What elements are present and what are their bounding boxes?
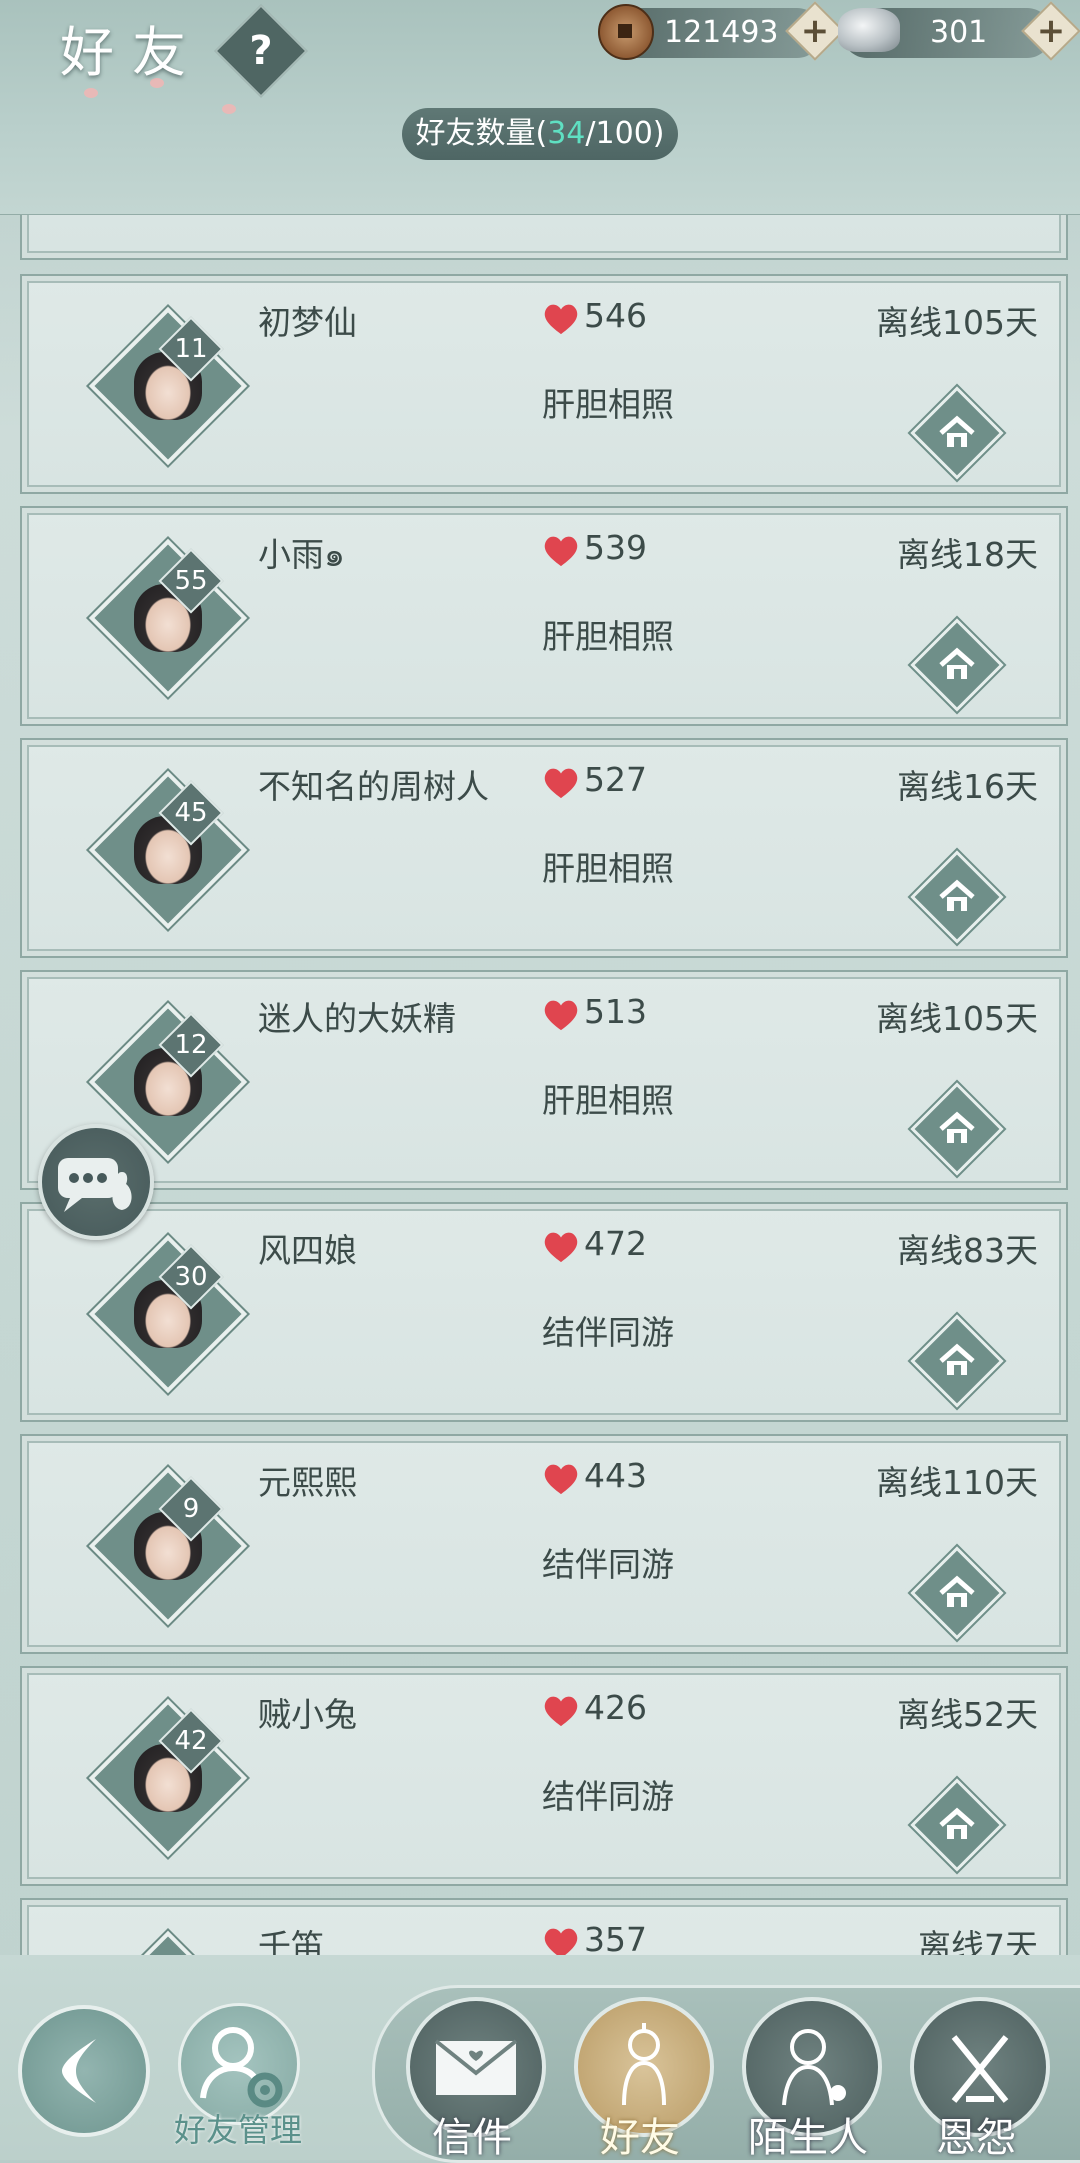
relation-label: 结伴同游 xyxy=(542,1545,674,1584)
friend-count-prefix: 好友数量( xyxy=(415,116,548,151)
intimacy-value: 426 xyxy=(584,1688,647,1727)
friend-count-suffix: /100) xyxy=(585,116,665,151)
heart-icon xyxy=(544,1464,578,1495)
home-icon xyxy=(939,1343,975,1375)
online-status: 离线105天 xyxy=(876,999,1038,1038)
heart-icon xyxy=(544,304,578,335)
friend-name: 元熙熙 xyxy=(258,1463,357,1502)
intimacy-value: 357 xyxy=(584,1920,647,1955)
intimacy-value: 546 xyxy=(584,296,647,335)
intimacy-value: 443 xyxy=(584,1456,647,1495)
chat-bubble-icon xyxy=(58,1158,132,1212)
visit-home-button[interactable] xyxy=(910,1546,1004,1640)
online-status: 离线83天 xyxy=(897,1231,1038,1270)
friend-card[interactable]: 45 不知名的周树人 527 肝胆相照 离线16天 xyxy=(20,738,1068,958)
home-icon xyxy=(939,1807,975,1839)
back-arrow-icon xyxy=(62,2039,96,2103)
visit-home-button[interactable] xyxy=(910,386,1004,480)
chat-button[interactable] xyxy=(38,1124,154,1240)
home-icon xyxy=(939,1111,975,1143)
top-header: 好友 ? 121493 + 301 + 好友数量(34/100) xyxy=(0,0,1080,215)
friend-name: 迷人的大妖精 xyxy=(258,999,456,1038)
page-title: 好友 xyxy=(60,21,204,84)
help-icon: ? xyxy=(249,28,273,74)
friend-name: 风四娘 xyxy=(258,1231,357,1270)
heart-icon xyxy=(544,536,578,567)
friend-card[interactable]: 千笛 357 离线7天 xyxy=(20,1898,1068,1955)
online-status: 离线16天 xyxy=(897,767,1038,806)
friend-card[interactable]: 11 初梦仙 546 肝胆相照 离线105天 xyxy=(20,274,1068,494)
friend-card[interactable]: 42 贼小兔 426 结伴同游 离线52天 xyxy=(20,1666,1068,1886)
friend-count: 好友数量(34/100) xyxy=(402,108,678,160)
petal-decoration xyxy=(84,88,98,98)
online-status: 离线7天 xyxy=(918,1927,1038,1955)
bottom-nav: 好友管理 信件 好友 陌生人 恩怨 xyxy=(0,1955,1080,2163)
heart-icon xyxy=(544,768,578,799)
heart-icon xyxy=(544,1000,578,1031)
friend-name: 千笛 xyxy=(258,1927,324,1955)
friend-name: 初梦仙 xyxy=(258,303,357,342)
avatar[interactable] xyxy=(88,306,248,466)
friend-manage-label: 好友管理 xyxy=(173,2111,302,2149)
visit-home-button[interactable] xyxy=(910,850,1004,944)
intimacy-value: 513 xyxy=(584,992,647,1031)
avatar[interactable] xyxy=(88,1466,248,1626)
avatar[interactable] xyxy=(88,1930,248,1955)
relation-label: 肝胆相照 xyxy=(542,1081,674,1120)
friend-name: 贼小兔 xyxy=(258,1695,357,1734)
home-icon xyxy=(939,415,975,447)
help-button[interactable]: ? xyxy=(214,4,308,98)
relation-label: 结伴同游 xyxy=(542,1777,674,1816)
online-status: 离线105天 xyxy=(876,303,1038,342)
heart-icon xyxy=(544,1696,578,1727)
online-status: 离线18天 xyxy=(897,535,1038,574)
heart-icon xyxy=(544,1232,578,1263)
friend-card[interactable]: 30 风四娘 472 结伴同游 离线83天 xyxy=(20,1202,1068,1422)
tab-friends-label: 好友 xyxy=(600,2115,680,2161)
copper-amount: 121493 xyxy=(664,15,779,50)
relation-label: 肝胆相照 xyxy=(542,617,674,656)
intimacy-value: 472 xyxy=(584,1224,647,1263)
friend-name: 小雨๑ xyxy=(258,535,345,574)
friend-card[interactable]: 12 迷人的大妖精 513 肝胆相照 离线105天 xyxy=(20,970,1068,1190)
friend-card[interactable]: 9 元熙熙 443 结伴同游 离线110天 xyxy=(20,1434,1068,1654)
heart-icon xyxy=(544,1928,578,1955)
tab-mail-label: 信件 xyxy=(432,2115,512,2161)
avatar[interactable] xyxy=(88,1234,248,1394)
avatar[interactable] xyxy=(88,770,248,930)
visit-home-button[interactable] xyxy=(910,618,1004,712)
friend-card[interactable]: 55 小雨๑ 539 肝胆相照 离线18天 xyxy=(20,506,1068,726)
online-status: 离线52天 xyxy=(897,1695,1038,1734)
silver-ingot-icon xyxy=(838,8,900,52)
avatar[interactable] xyxy=(88,1698,248,1858)
intimacy-value: 527 xyxy=(584,760,647,799)
friend-name: 不知名的周树人 xyxy=(258,767,489,806)
copper-coin-icon xyxy=(598,4,654,60)
relation-label: 结伴同游 xyxy=(542,1313,674,1352)
home-icon xyxy=(939,647,975,679)
home-icon xyxy=(939,879,975,911)
online-status: 离线110天 xyxy=(876,1463,1038,1502)
intimacy-value: 539 xyxy=(584,528,647,567)
silver-amount: 301 xyxy=(930,15,988,50)
relation-label: 肝胆相照 xyxy=(542,849,674,888)
visit-home-button[interactable] xyxy=(910,1082,1004,1176)
visit-home-button[interactable] xyxy=(910,1778,1004,1872)
friend-count-current: 34 xyxy=(547,116,586,151)
visit-home-button[interactable] xyxy=(910,1314,1004,1408)
home-icon xyxy=(939,1575,975,1607)
friend-list[interactable]: 11 初梦仙 546 肝胆相照 离线105天 55 小雨๑ 539 肝胆相照 离… xyxy=(0,0,1080,1955)
back-button[interactable] xyxy=(18,2005,150,2137)
tab-strangers-label: 陌生人 xyxy=(748,2115,868,2161)
petal-decoration xyxy=(222,104,236,114)
tab-grudges-label: 恩怨 xyxy=(936,2115,1016,2161)
avatar[interactable] xyxy=(88,538,248,698)
relation-label: 肝胆相照 xyxy=(542,385,674,424)
